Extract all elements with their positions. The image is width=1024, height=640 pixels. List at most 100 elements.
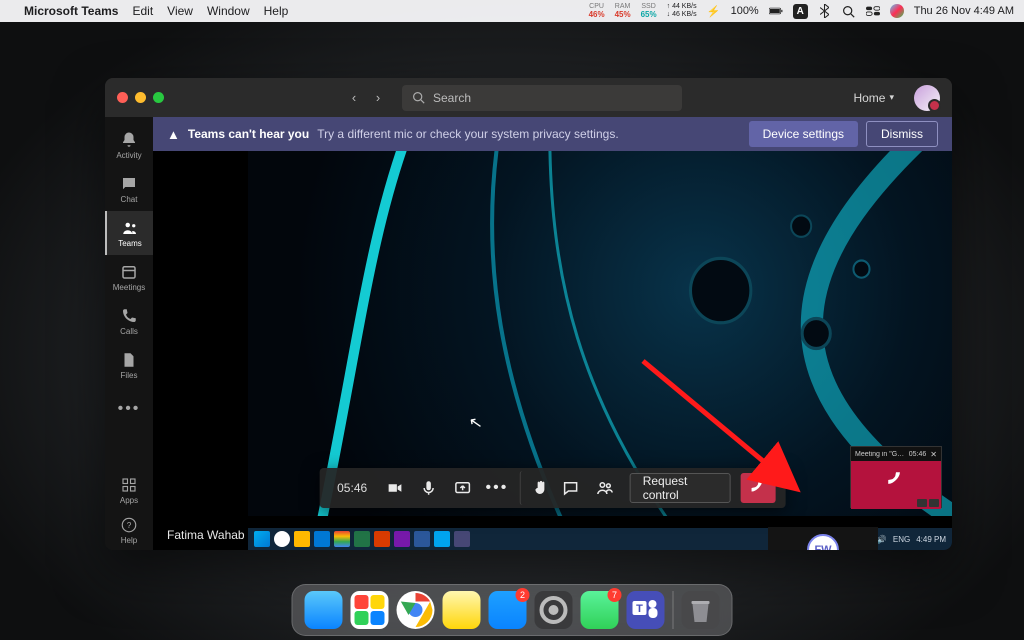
- svg-text:?: ?: [127, 521, 132, 530]
- calendar-icon: [120, 263, 138, 281]
- chat-bubble-icon: [561, 479, 579, 497]
- svg-text:T: T: [636, 603, 643, 615]
- macos-dock: 2 7 T: [292, 584, 733, 636]
- rail-more[interactable]: •••: [105, 387, 153, 431]
- mini-title: Meeting in "General": [855, 451, 905, 458]
- rail-apps[interactable]: Apps: [105, 470, 153, 510]
- dock-appstore[interactable]: 2: [489, 591, 527, 629]
- bluetooth-icon[interactable]: [818, 4, 832, 18]
- banner-title: Teams can't hear you: [188, 127, 309, 141]
- shared-screen: [248, 151, 952, 516]
- close-window-button[interactable]: [117, 92, 128, 103]
- menubar-item-view[interactable]: View: [167, 4, 193, 18]
- banner-subtitle: Try a different mic or check your system…: [317, 127, 618, 141]
- menubar-right: CPU46% RAM45% SSD65% ↑ 44 KB/s↓ 46 KB/s …: [589, 3, 1014, 19]
- nav-forward-button[interactable]: ›: [368, 88, 388, 108]
- ellipsis-icon: •••: [118, 400, 141, 418]
- rail-activity[interactable]: Activity: [105, 123, 153, 167]
- minimize-window-button[interactable]: [135, 92, 146, 103]
- dock-launchpad[interactable]: [351, 591, 389, 629]
- rail-files[interactable]: Files: [105, 343, 153, 387]
- share-icon: [454, 479, 472, 497]
- phone-icon: [120, 307, 138, 325]
- participants-button[interactable]: [589, 471, 619, 505]
- more-actions-button[interactable]: •••: [482, 471, 512, 505]
- camera-icon: [385, 479, 403, 497]
- teams-nav-icon: [121, 219, 139, 237]
- bell-icon: [120, 131, 138, 149]
- mini-meeting-overlay[interactable]: Meeting in "General" 05:46 ✕: [850, 446, 942, 508]
- warning-icon: ▲: [167, 127, 180, 142]
- menubar-clock[interactable]: Thu 26 Nov 4:49 AM: [914, 5, 1014, 17]
- dock-finder[interactable]: [305, 591, 343, 629]
- hangup-icon: [748, 478, 768, 498]
- search-input[interactable]: Search: [402, 85, 682, 111]
- nav-back-button[interactable]: ‹: [344, 88, 364, 108]
- appstore-badge: 2: [516, 588, 530, 602]
- mini-time: 05:46: [909, 451, 927, 458]
- files-icon: [120, 351, 138, 369]
- macos-menubar: Microsoft Teams Edit View Window Help CP…: [0, 0, 1024, 22]
- net-stat: ↑ 44 KB/s↓ 46 KB/s: [667, 3, 697, 19]
- rail-meetings[interactable]: Meetings: [105, 255, 153, 299]
- mic-toggle-button[interactable]: [413, 471, 443, 505]
- control-center-icon[interactable]: [866, 4, 880, 18]
- charging-icon: ⚡: [707, 4, 721, 18]
- share-screen-button[interactable]: [448, 471, 478, 505]
- help-icon: ?: [120, 516, 138, 534]
- dismiss-banner-button[interactable]: Dismiss: [866, 121, 938, 147]
- request-control-button[interactable]: Request control: [630, 473, 731, 503]
- menubar-item-window[interactable]: Window: [207, 4, 250, 18]
- org-dropdown[interactable]: Home▾: [853, 91, 894, 105]
- titlebar: ‹ › Search Home▾: [105, 78, 952, 117]
- dock-teams[interactable]: T: [627, 591, 665, 629]
- hand-icon: [531, 479, 549, 497]
- chat-icon: [120, 175, 138, 193]
- meeting-stage: ↖ Fatima Wahab ▴📶🔊ENG4:49 PM: [153, 151, 952, 550]
- ssd-stat: SSD65%: [641, 3, 657, 19]
- ellipsis-icon: •••: [486, 479, 509, 497]
- teams-window: ‹ › Search Home▾ Activity Chat Teams: [105, 78, 952, 550]
- cpu-stat: CPU46%: [589, 3, 605, 19]
- menubar-item-edit[interactable]: Edit: [132, 4, 153, 18]
- hangup-icon: [885, 469, 907, 491]
- main-area: ▲ Teams can't hear you Try a different m…: [153, 117, 952, 550]
- raise-hand-button[interactable]: [520, 471, 551, 505]
- hangup-button[interactable]: [740, 473, 776, 503]
- people-icon: [596, 479, 614, 497]
- dock-messages[interactable]: 7: [581, 591, 619, 629]
- battery-icon: [769, 4, 783, 18]
- a-icon[interactable]: A: [793, 4, 808, 19]
- search-placeholder: Search: [433, 91, 471, 105]
- rail-help[interactable]: ? Help: [105, 510, 153, 550]
- app-rail: Activity Chat Teams Meetings Calls Files: [105, 117, 153, 550]
- ram-stat: RAM45%: [615, 3, 631, 19]
- menubar-item-help[interactable]: Help: [264, 4, 289, 18]
- mic-icon: [419, 479, 437, 497]
- participant-avatar: FW: [807, 534, 839, 550]
- apps-icon: [120, 476, 138, 494]
- mini-close-icon[interactable]: ✕: [930, 450, 937, 459]
- dock-trash[interactable]: [682, 591, 720, 629]
- dock-chrome[interactable]: [397, 591, 435, 629]
- dock-notes[interactable]: [443, 591, 481, 629]
- camera-toggle-button[interactable]: [379, 471, 409, 505]
- participant-tile[interactable]: FW Fatima Wahab: [768, 527, 878, 550]
- device-settings-button[interactable]: Device settings: [749, 121, 858, 147]
- menubar-app-name[interactable]: Microsoft Teams: [24, 4, 118, 18]
- dock-settings[interactable]: [535, 591, 573, 629]
- search-icon[interactable]: [842, 4, 856, 18]
- rail-calls[interactable]: Calls: [105, 299, 153, 343]
- presenter-name-label: Fatima Wahab: [167, 528, 245, 542]
- messages-badge: 7: [608, 588, 622, 602]
- maximize-window-button[interactable]: [153, 92, 164, 103]
- call-control-bar: 05:46 ••• Request control: [319, 468, 786, 508]
- chat-panel-button[interactable]: [555, 471, 585, 505]
- rail-teams[interactable]: Teams: [105, 211, 153, 255]
- rail-chat[interactable]: Chat: [105, 167, 153, 211]
- profile-avatar[interactable]: [914, 85, 940, 111]
- search-icon: [412, 91, 425, 104]
- siri-icon[interactable]: [890, 4, 904, 18]
- mic-warning-banner: ▲ Teams can't hear you Try a different m…: [153, 117, 952, 151]
- dock-divider: [673, 591, 674, 629]
